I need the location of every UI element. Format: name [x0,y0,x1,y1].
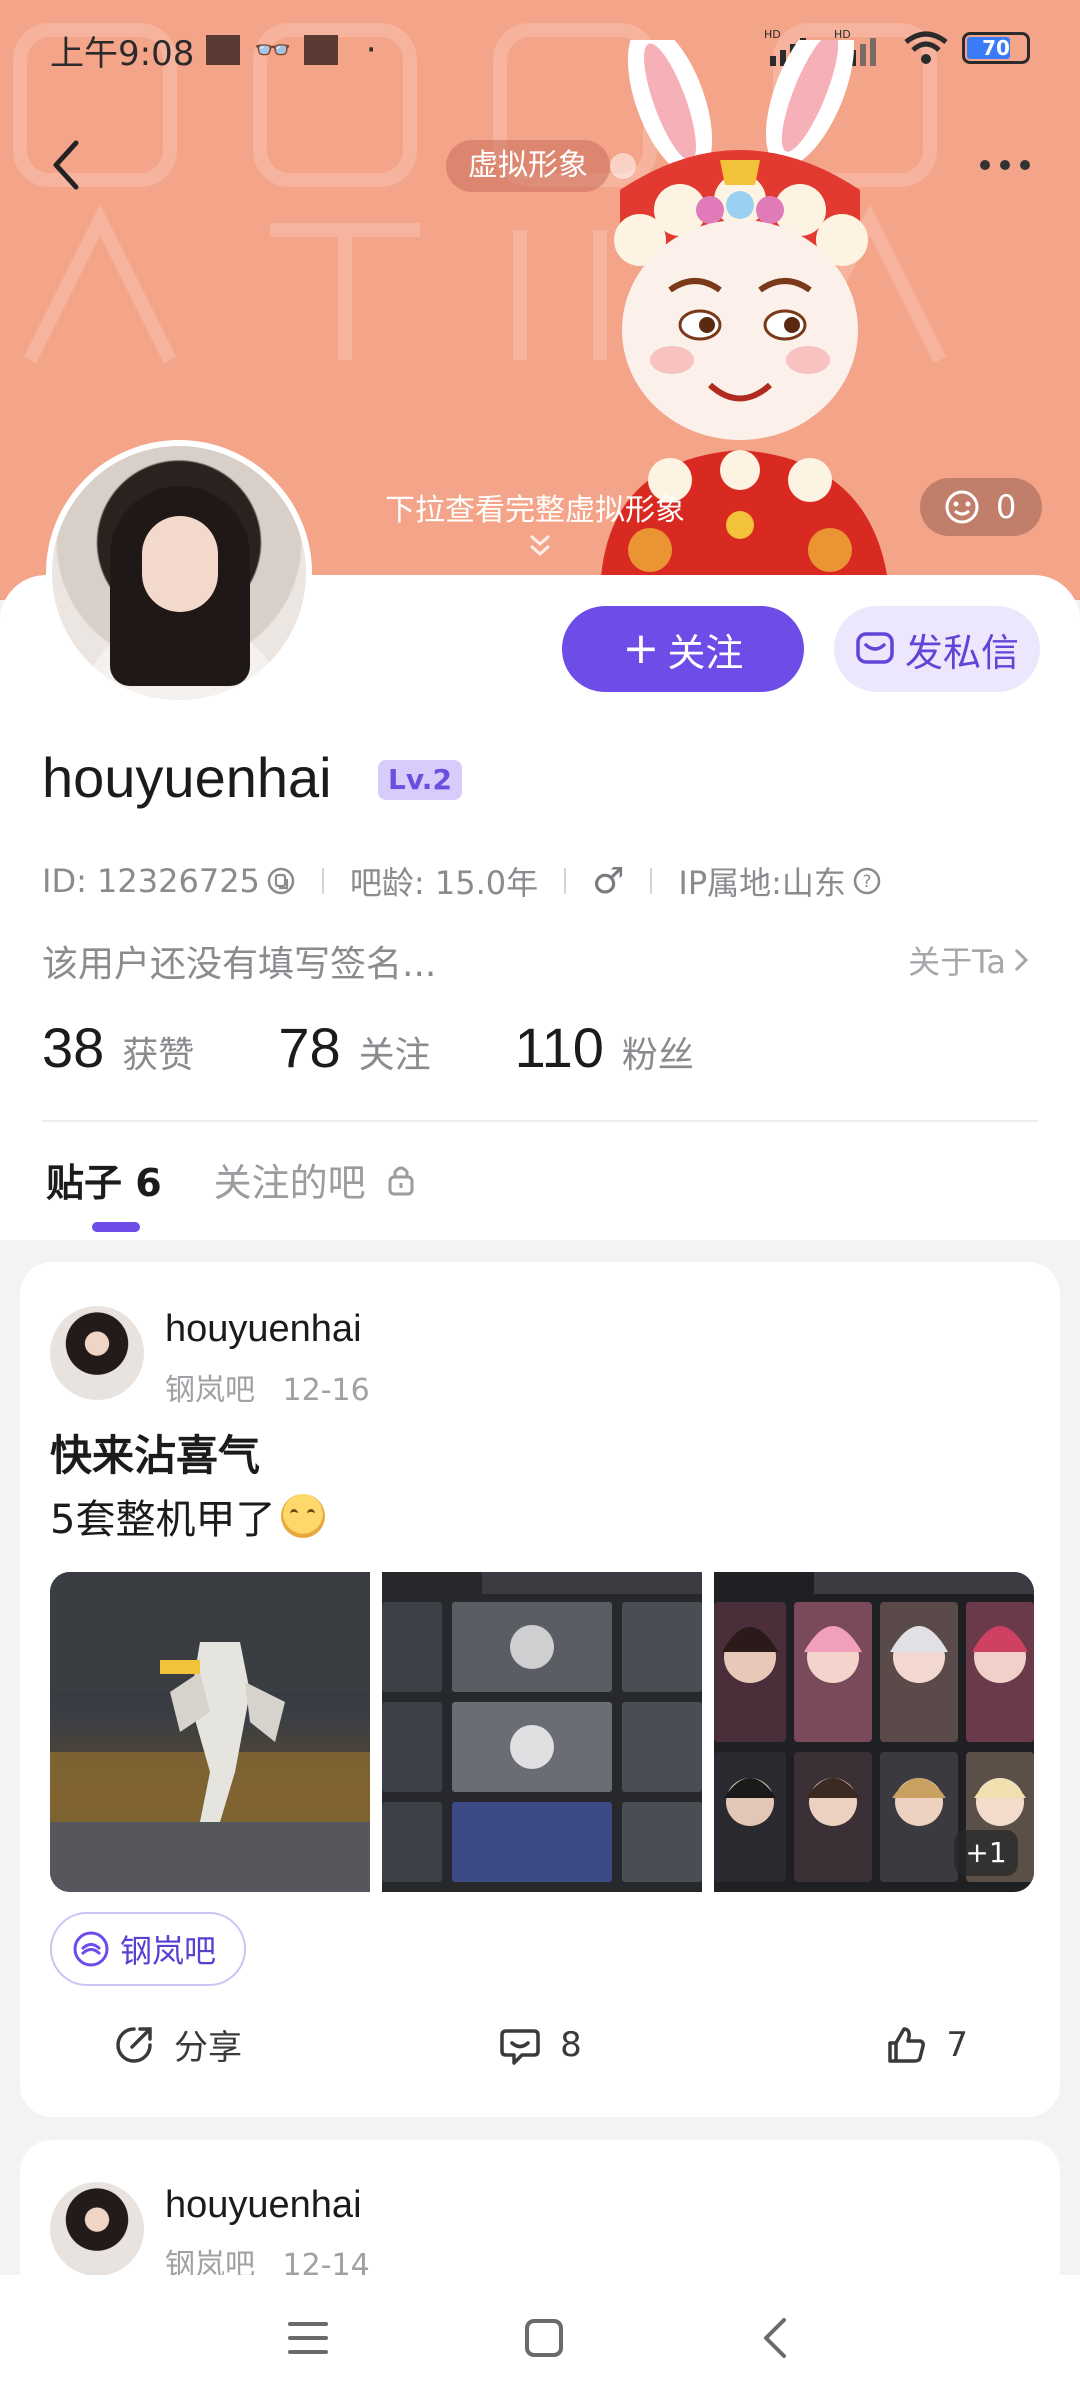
thumb-up-icon [888,2026,926,2063]
notification-icon [206,35,241,65]
notification-icon [303,35,338,65]
like-button[interactable]: 7 [683,2020,1060,2069]
avatar[interactable] [46,440,312,706]
forum-logo-icon [73,1931,109,1967]
post-image[interactable] [50,1572,370,1892]
plus-icon: + [622,623,660,674]
profile-stats: 38 获赞 78 关注 110 粉丝 [42,1015,778,1080]
home-icon[interactable] [522,2316,566,2360]
pull-down-hint: 下拉查看完整虚拟形象 [385,493,685,528]
profile-meta: ID: 12326725 吧龄: 15.0年 ♂ IP属地:山东 ? [42,858,882,904]
user-id: ID: 12326725 [42,862,260,900]
post-images: +1 [50,1572,1034,1892]
smile-icon [945,490,979,524]
back-nav-icon[interactable] [758,2316,794,2360]
smile-emoji-icon [281,1494,326,1538]
avatar-like-chip[interactable]: 0 [920,478,1042,536]
lock-icon [388,1166,414,1195]
post-forum: 钢岚吧 [165,1373,255,1408]
avatar-like-count: 0 [996,488,1017,526]
system-nav-bar [0,2275,1080,2401]
post-meta: 钢岚吧 12-16 [165,1365,370,1409]
send-message-button[interactable]: 发私信 [834,606,1040,692]
comment-button[interactable]: 8 [397,2020,682,2069]
about-link[interactable]: 关于Ta [908,937,1030,983]
post-actions: 分享 8 7 [20,2020,1060,2069]
message-icon [856,632,894,664]
ip-location: IP属地:山东 [678,864,846,902]
battery-icon: 70 [962,32,1030,64]
post-date: 12-16 [282,1373,370,1408]
level-badge[interactable]: Lv.2 [378,760,462,800]
back-button[interactable] [42,135,92,195]
divider [42,1120,1038,1122]
post-card[interactable]: houyuenhai 钢岚吧 12-16 快来沾喜气 5套整机甲了 +1 钢岚吧… [20,1262,1060,2117]
svg-text:?: ? [862,872,871,892]
tab-indicator [92,1222,140,1232]
status-time: 上午9:08 [50,33,195,74]
post-title[interactable]: 快来沾喜气 [50,1422,260,1483]
signature: 该用户还没有填写签名... [42,944,437,985]
tab-posts[interactable]: 贴子 6 [46,1152,162,1232]
tab-followed-forums[interactable]: 关注的吧 [214,1152,416,1207]
help-icon[interactable]: ? [852,866,882,896]
dot-icon: · [365,30,377,70]
forum-tag[interactable]: 钢岚吧 [50,1912,247,1986]
follow-button[interactable]: + 关注 [562,606,804,692]
app-icon: 👓 [254,32,292,68]
bar-age: 吧龄: 15.0年 [349,864,539,902]
chevron-down-icon [530,534,550,557]
stat-fans[interactable]: 110 粉丝 [515,1015,694,1080]
stat-following[interactable]: 78 关注 [278,1015,430,1080]
comment-icon [500,2028,540,2065]
more-button[interactable] [970,140,1040,190]
share-button[interactable]: 分享 [20,2020,397,2069]
chevron-right-icon [1014,948,1029,972]
more-images-badge: +1 [954,1830,1018,1876]
profile-tabs: 贴子 6 关注的吧 [46,1152,416,1232]
copy-icon[interactable] [266,866,296,896]
post-author-avatar[interactable] [50,1306,144,1400]
gender-icon: ♂ [592,860,625,902]
share-icon [116,2026,152,2063]
stat-likes[interactable]: 38 获赞 [42,1015,194,1080]
post-image[interactable]: +1 [714,1572,1034,1892]
post-author-avatar[interactable] [50,2182,144,2276]
post-image[interactable] [382,1572,702,1892]
username: houyuenhai [42,746,332,809]
menu-icon[interactable] [286,2318,330,2358]
post-author[interactable]: houyuenhai [165,2184,362,2227]
post-author[interactable]: houyuenhai [165,1308,362,1351]
post-body: 5套整机甲了 [50,1487,326,1545]
